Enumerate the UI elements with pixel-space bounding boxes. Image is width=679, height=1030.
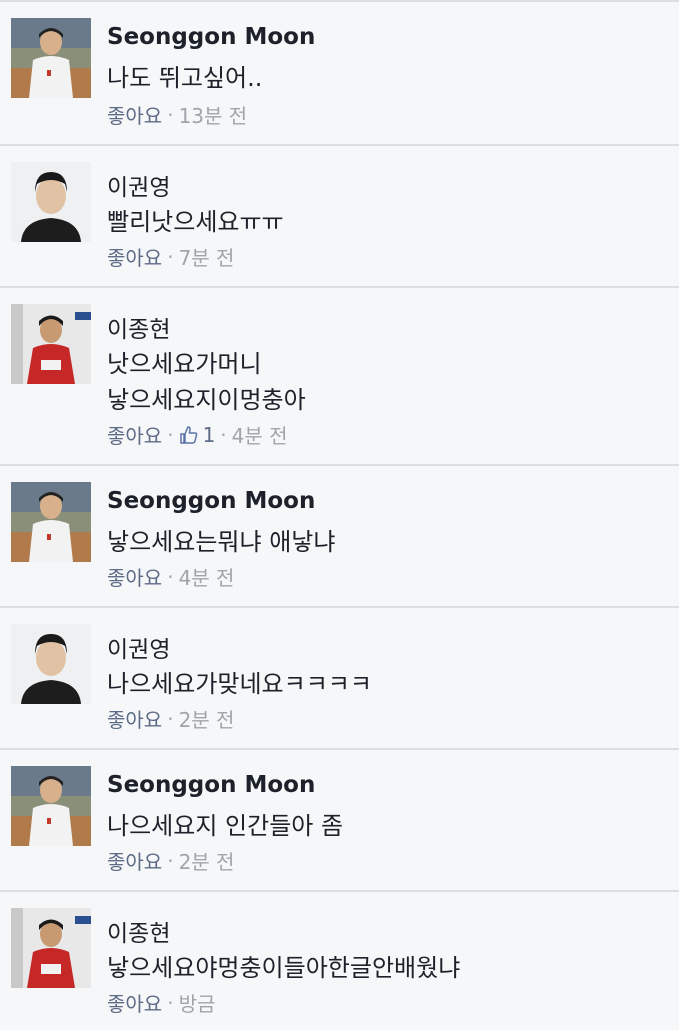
comment-list: Seonggon Moon 나도 뛰고싶어.. 좋아요 · 13분 전 이권영 … bbox=[0, 0, 679, 1030]
comment-author[interactable]: 이권영 bbox=[107, 630, 170, 664]
like-button[interactable]: 좋아요 bbox=[107, 420, 162, 449]
comment-meta: 좋아요 · 1 · 4분 전 bbox=[107, 420, 288, 449]
comment-line: 낳으세요는뭐냐 애낳냐 bbox=[107, 528, 336, 556]
like-button[interactable]: 좋아요 bbox=[107, 988, 162, 1017]
avatar[interactable] bbox=[11, 162, 91, 242]
comment-author[interactable]: 이종현 bbox=[107, 914, 170, 948]
like-button[interactable]: 좋아요 bbox=[107, 100, 162, 129]
comment-text: 나도 뛰고싶어.. bbox=[107, 60, 262, 96]
separator: · bbox=[167, 244, 174, 269]
thumbs-up-icon bbox=[179, 425, 197, 444]
comment-line: 나도 뛰고싶어.. bbox=[107, 64, 263, 92]
comment-item: 이종현 낳으세요야멍충이들아한글안배웠냐 좋아요 · 방금 bbox=[0, 892, 679, 1030]
avatar[interactable] bbox=[11, 18, 91, 98]
comment-line: 낳으세요지이멍충아 bbox=[107, 386, 306, 414]
comment-item: 이권영 나으세요가맞네요ㅋㅋㅋㅋ 좋아요 · 2분 전 bbox=[0, 608, 679, 750]
like-button[interactable]: 좋아요 bbox=[107, 846, 162, 875]
like-count-value: 1 bbox=[202, 422, 216, 447]
timestamp: 2분 전 bbox=[178, 850, 235, 874]
timestamp: 13분 전 bbox=[178, 104, 248, 128]
separator: · bbox=[167, 706, 174, 731]
comment-item: Seonggon Moon 나으세요지 인간들아 좀 좋아요 · 2분 전 bbox=[0, 750, 679, 892]
comment-meta: 좋아요 · 7분 전 bbox=[107, 242, 234, 271]
comment-meta: 좋아요 · 2분 전 bbox=[107, 704, 234, 733]
timestamp: 4분 전 bbox=[178, 566, 235, 590]
like-button[interactable]: 좋아요 bbox=[107, 704, 162, 733]
separator: · bbox=[167, 848, 174, 873]
comment-text: 나으세요가맞네요ㅋㅋㅋㅋ bbox=[107, 666, 372, 702]
comment-text: 낳으세요는뭐냐 애낳냐 bbox=[107, 524, 335, 560]
comment-line: 낳으세요야멍충이들아한글안배웠냐 bbox=[107, 954, 461, 982]
like-button[interactable]: 좋아요 bbox=[107, 562, 162, 591]
separator: · bbox=[167, 990, 174, 1015]
avatar[interactable] bbox=[11, 908, 91, 988]
comment-author[interactable]: Seonggon Moon bbox=[107, 24, 315, 50]
separator: · bbox=[220, 422, 227, 447]
comment-line: 빨리낫으세요ㅠㅠ bbox=[107, 208, 284, 236]
comment-meta: 좋아요 · 13분 전 bbox=[107, 100, 247, 129]
comment-line: 나으세요가맞네요ㅋㅋㅋㅋ bbox=[107, 670, 372, 698]
avatar[interactable] bbox=[11, 482, 91, 562]
comment-item: 이권영 빨리낫으세요ㅠㅠ 좋아요 · 7분 전 bbox=[0, 146, 679, 288]
timestamp: 방금 bbox=[178, 992, 216, 1016]
comment-meta: 좋아요 · 4분 전 bbox=[107, 562, 234, 591]
comment-author[interactable]: 이종현 bbox=[107, 310, 170, 344]
comment-author[interactable]: 이권영 bbox=[107, 168, 170, 202]
comment-item: Seonggon Moon 낳으세요는뭐냐 애낳냐 좋아요 · 4분 전 bbox=[0, 466, 679, 608]
comment-author[interactable]: Seonggon Moon bbox=[107, 772, 315, 798]
comment-text: 낫으세요가머니 낳으세요지이멍충아 bbox=[107, 346, 306, 418]
comment-text: 나으세요지 인간들아 좀 bbox=[107, 808, 343, 844]
comment-author[interactable]: Seonggon Moon bbox=[107, 488, 315, 514]
comment-text: 빨리낫으세요ㅠㅠ bbox=[107, 204, 284, 240]
timestamp: 4분 전 bbox=[231, 424, 288, 448]
like-count[interactable]: 1 bbox=[179, 422, 216, 447]
comment-item: Seonggon Moon 나도 뛰고싶어.. 좋아요 · 13분 전 bbox=[0, 0, 679, 146]
separator: · bbox=[167, 102, 174, 127]
avatar[interactable] bbox=[11, 304, 91, 384]
comment-meta: 좋아요 · 2분 전 bbox=[107, 846, 234, 875]
comment-text: 낳으세요야멍충이들아한글안배웠냐 bbox=[107, 950, 460, 986]
comment-item: 이종현 낫으세요가머니 낳으세요지이멍충아 좋아요 · 1 · 4분 전 bbox=[0, 288, 679, 466]
separator: · bbox=[167, 422, 174, 447]
avatar[interactable] bbox=[11, 624, 91, 704]
comment-line: 낫으세요가머니 bbox=[107, 350, 262, 378]
like-button[interactable]: 좋아요 bbox=[107, 242, 162, 271]
separator: · bbox=[167, 564, 174, 589]
avatar[interactable] bbox=[11, 766, 91, 846]
timestamp: 7분 전 bbox=[178, 246, 235, 270]
comment-line: 나으세요지 인간들아 좀 bbox=[107, 812, 344, 840]
timestamp: 2분 전 bbox=[178, 708, 235, 732]
comment-meta: 좋아요 · 방금 bbox=[107, 988, 215, 1017]
